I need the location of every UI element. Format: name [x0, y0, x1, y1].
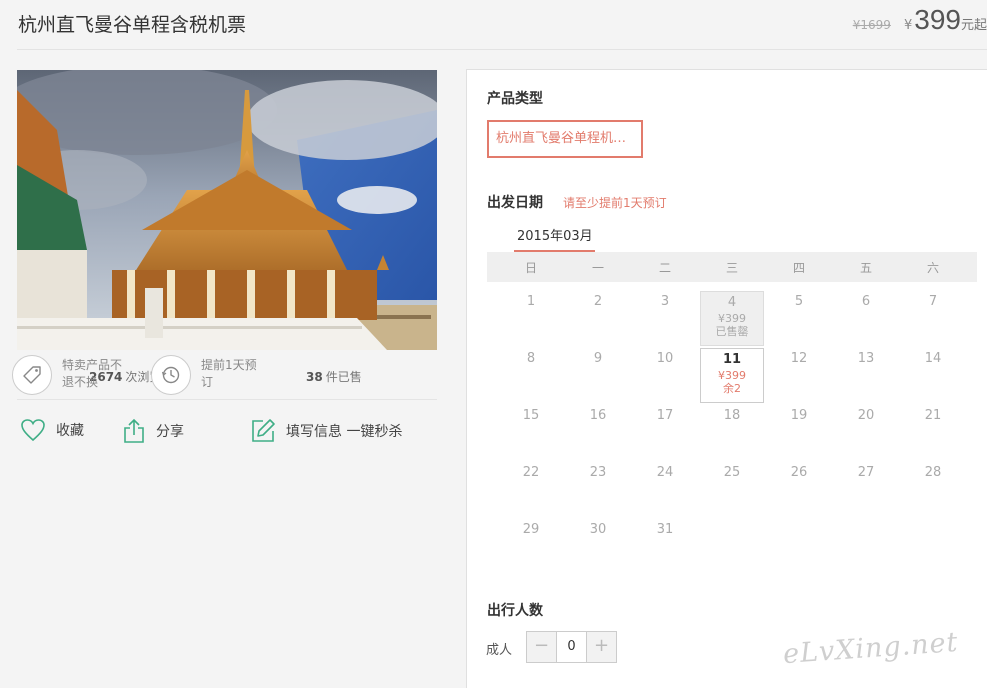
booking-panel: 产品类型 杭州直飞曼谷单程机… 出发日期 请至少提前1天预订 2015年03月 …: [466, 69, 987, 688]
share-button[interactable]: 分享: [122, 418, 184, 444]
calendar-day: 7: [928, 294, 938, 309]
calendar-day: 13: [857, 351, 875, 366]
calendar-day: 12: [790, 351, 808, 366]
advance-booking-hint: 请至少提前1天预订: [563, 196, 667, 210]
calendar-day: 30: [589, 522, 607, 537]
calendar-day: 25: [723, 465, 741, 480]
temple-photo[interactable]: [17, 70, 437, 350]
feature-text-line: 订: [201, 375, 214, 389]
share-label: 分享: [156, 424, 184, 440]
day-status: 已售罄: [715, 325, 749, 338]
weekday-label: 日: [524, 261, 537, 275]
quick-book-label: 填写信息 一键秒杀: [286, 424, 403, 440]
price-unit: 元起: [960, 18, 987, 33]
calendar-day: 31: [656, 522, 674, 537]
edit-icon: [252, 419, 275, 442]
favorite-label: 收藏: [56, 423, 84, 439]
calendar-day: 29: [522, 522, 540, 537]
weekday-label: 二: [658, 261, 671, 275]
calendar-day: 16: [589, 408, 607, 423]
month-tab[interactable]: 2015年03月: [514, 225, 595, 252]
header-divider: [17, 49, 987, 50]
current-price: 399: [914, 4, 961, 35]
calendar-day-sold-out[interactable]: 4 ¥399 已售罄: [700, 291, 764, 346]
calendar-day: 5: [794, 294, 804, 309]
calendar-day: 10: [656, 351, 674, 366]
calendar-day: 6: [861, 294, 871, 309]
increment-button[interactable]: +: [587, 632, 616, 662]
product-gallery: 2674 次浏览 38 件已售: [17, 70, 437, 400]
calendar-day: 14: [924, 351, 942, 366]
weekday-label: 三: [725, 261, 738, 275]
adult-count-input[interactable]: 0: [556, 632, 587, 662]
decrement-button[interactable]: −: [527, 632, 556, 662]
day-price: ¥399: [718, 369, 746, 382]
weekday-label: 一: [591, 261, 604, 275]
feature-text-line: 特卖产品不: [62, 358, 123, 372]
day-status: 余2: [723, 382, 741, 395]
calendar-day: 1: [526, 294, 536, 309]
favorite-button[interactable]: 收藏: [20, 418, 84, 442]
calendar-day: 24: [656, 465, 674, 480]
share-icon: [124, 418, 144, 443]
calendar-day: 23: [589, 465, 607, 480]
calendar-day: 8: [526, 351, 536, 366]
calendar-day: 9: [593, 351, 603, 366]
product-type-option[interactable]: 杭州直飞曼谷单程机…: [487, 120, 643, 158]
feature-text-line: 提前1天预: [201, 358, 257, 372]
adult-quantity-stepper: − 0 +: [526, 631, 617, 663]
calendar-day: 27: [857, 465, 875, 480]
original-price: ¥1699: [852, 18, 891, 32]
tag-icon: [12, 355, 52, 395]
clock-icon: [151, 355, 191, 395]
calendar-day: 18: [723, 408, 741, 423]
product-type-label: 产品类型: [487, 91, 543, 107]
travelers-label: 出行人数: [487, 603, 543, 619]
calendar-day: 26: [790, 465, 808, 480]
calendar-day-available[interactable]: 11 ¥399 余2: [700, 348, 764, 403]
price-block: ¥1699 ¥399元起: [853, 4, 987, 36]
calendar-day: 3: [660, 294, 670, 309]
feature-text-line: 退不换: [62, 375, 99, 389]
adult-label: 成人: [486, 643, 513, 658]
calendar-day: 19: [790, 408, 808, 423]
calendar-day: 17: [656, 408, 674, 423]
calendar-day: 20: [857, 408, 875, 423]
product-title: 杭州直飞曼谷单程含税机票: [18, 14, 247, 36]
weekday-label: 六: [926, 261, 939, 275]
quick-book-button[interactable]: 填写信息 一键秒杀: [250, 418, 402, 444]
weekday-label: 五: [859, 261, 872, 275]
weekday-label: 四: [792, 261, 805, 275]
calendar-day: 15: [522, 408, 540, 423]
calendar-day: 28: [924, 465, 942, 480]
day-price: ¥399: [718, 312, 746, 325]
weekday-header: 日 一 二 三 四 五 六: [487, 252, 977, 282]
heart-icon: [21, 419, 45, 442]
currency-symbol: ¥: [903, 18, 913, 33]
calendar-day: 2: [593, 294, 603, 309]
calendar-day: 21: [924, 408, 942, 423]
departure-date-label: 出发日期: [487, 195, 543, 211]
calendar-day: 22: [522, 465, 540, 480]
page-header: 杭州直飞曼谷单程含税机票 ¥1699 ¥399元起: [0, 0, 987, 50]
sold-count: 38 件已售: [306, 370, 362, 384]
